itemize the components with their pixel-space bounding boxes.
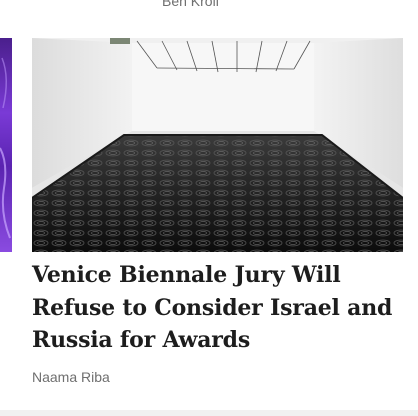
article-headline[interactable]: Venice Biennale Jury Will Refuse to Cons…: [32, 259, 410, 357]
previous-article-author[interactable]: Ben Kroll: [162, 0, 219, 9]
article-author[interactable]: Naama Riba: [32, 369, 110, 385]
previous-article-thumbnail[interactable]: [0, 38, 12, 252]
article-image[interactable]: [32, 38, 403, 252]
section-divider: [0, 410, 418, 416]
